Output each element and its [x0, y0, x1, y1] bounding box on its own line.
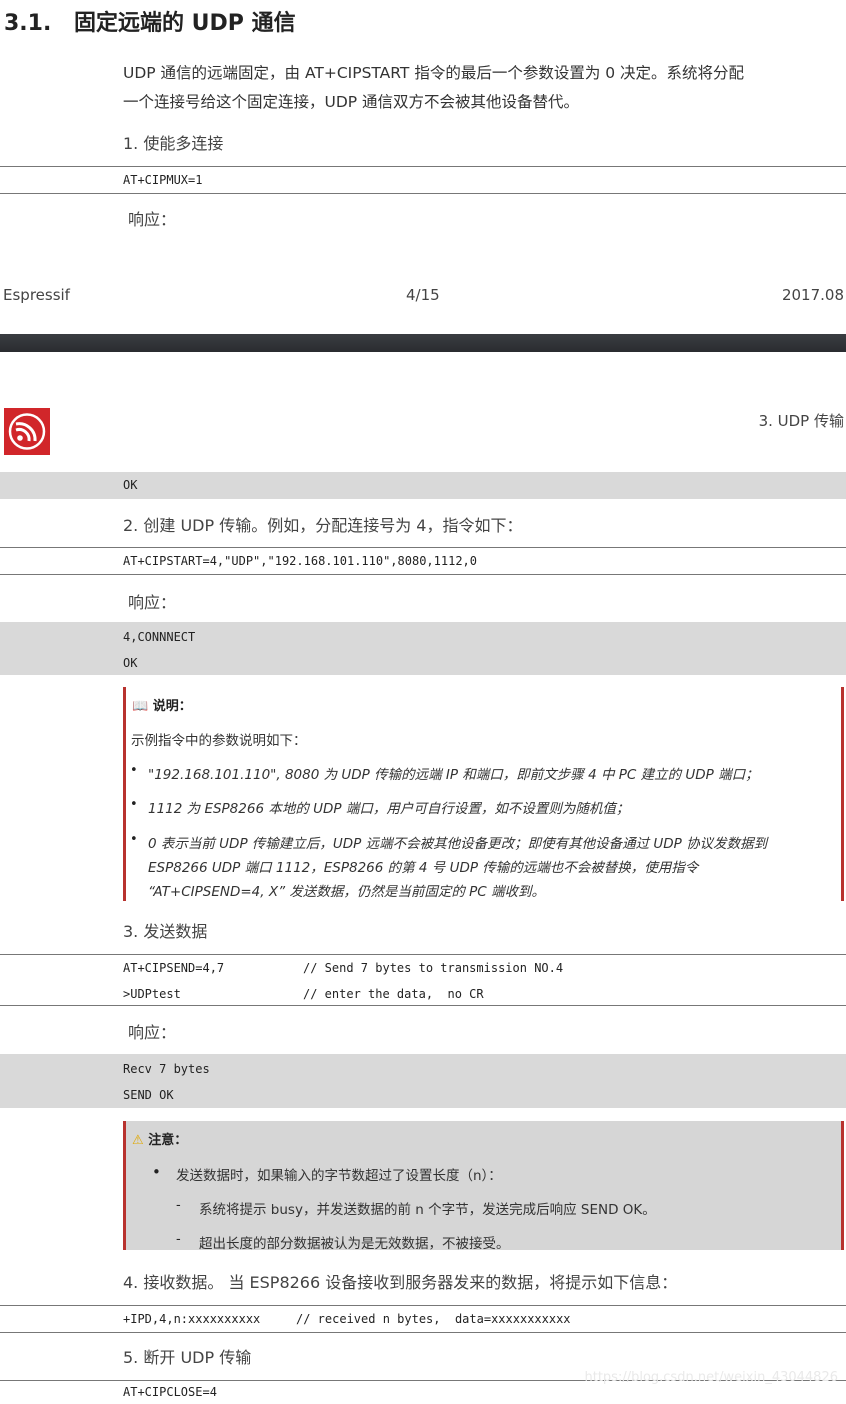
section-number: 3.1. — [4, 11, 52, 36]
step1-command: AT+CIPMUX=1 — [123, 173, 203, 187]
step1-command-box: AT+CIPMUX=1 — [0, 166, 846, 194]
step4-comment: // received n bytes, data=xxxxxxxxxxx — [296, 1312, 571, 1326]
section-title: 固定远端的 UDP 通信 — [74, 11, 296, 36]
step5-label: 5. 断开 UDP 传输 — [123, 1348, 252, 1367]
watermark: https://blog.csdn.net/weixin_43044826 — [584, 1370, 838, 1385]
step3-cmd-1: AT+CIPSEND=4,7 — [123, 961, 225, 975]
warning-icon: ⚠ — [132, 1133, 144, 1148]
note-title: 📖 说明： — [132, 695, 192, 714]
note-bullet-3-line-1: 0 表示当前 UDP 传输建立后，UDP 远端不会被其他设备更改；即使有其他设备… — [148, 832, 767, 852]
intro-line-1: UDP 通信的远端固定，由 AT+CIPSTART 指令的最后一个参数设置为 0… — [123, 64, 745, 82]
step1-response: OK — [123, 478, 138, 492]
step2-command-box: AT+CIPSTART=4,"UDP","192.168.101.110",80… — [0, 547, 846, 575]
footer-company: Espressif — [3, 286, 70, 304]
step3-response-label: 响应： — [128, 1023, 177, 1042]
note-bullet-1: "192.168.101.110", 8080 为 UDP 传输的远端 IP 和… — [148, 763, 759, 783]
page-break-bar — [0, 334, 846, 352]
note-intro: 示例指令中的参数说明如下： — [131, 733, 307, 749]
intro-line-2: 一个连接号给这个固定连接，UDP 通信双方不会被其他设备替代。 — [123, 93, 580, 111]
step3-command-box: AT+CIPSEND=4,7 // Send 7 bytes to transm… — [0, 954, 846, 1006]
step1-label: 1. 使能多连接 — [123, 134, 224, 153]
step2-response-line-2: OK — [123, 656, 138, 670]
step3-comment-1: // Send 7 bytes to transmission NO.4 — [303, 961, 564, 975]
warning-sub-1: 系统将提示 busy，并发送数据的前 n 个字节，发送完成后响应 SEND OK… — [199, 1202, 656, 1218]
step2-label: 2. 创建 UDP 传输。例如，分配连接号为 4，指令如下： — [123, 516, 523, 535]
step2-response-line-1: 4,CONNNECT — [123, 630, 196, 644]
warning-box: ⚠ 注意： • 发送数据时，如果输入的字节数超过了设置长度（n）： - 系统将提… — [123, 1121, 844, 1252]
dash-icon: - — [176, 1232, 181, 1247]
step2-command: AT+CIPSTART=4,"UDP","192.168.101.110",80… — [123, 554, 478, 568]
footer-date: 2017.08 — [781, 286, 844, 304]
note-bullet-3-line-3: “AT+CIPSEND=4, X” 发送数据，仍然是当前固定的 PC 端收到。 — [148, 880, 545, 900]
step3-comment-2: // enter the data, no CR — [303, 987, 484, 1001]
dash-icon: - — [176, 1198, 181, 1213]
note-bullet-2-text: 1112 为 ESP8266 本地的 UDP 端口，用户可自行设置，如不设置则为… — [148, 801, 630, 817]
note-bullet-3-text-3: “AT+CIPSEND=4, X” 发送数据，仍然是当前固定的 PC 端收到。 — [148, 884, 546, 900]
step3-label: 3. 发送数据 — [123, 922, 208, 941]
warning-bullet: 发送数据时，如果输入的字节数超过了设置长度（n）： — [176, 1168, 502, 1184]
note-title-text: 说明： — [152, 699, 192, 714]
book-icon: 📖 — [132, 699, 149, 714]
note-bullet-1-text: "192.168.101.110", 8080 为 UDP 传输的远端 IP 和… — [148, 767, 759, 783]
note-bullet-3-text-1: 0 表示当前 UDP 传输建立后，UDP 远端不会被其他设备更改；即使有其他设备… — [148, 836, 768, 852]
step4-command-box: +IPD,4,n:xxxxxxxxxx // received n bytes,… — [0, 1305, 846, 1333]
response-label: 响应： — [128, 210, 177, 229]
section-heading: 3.1. 固定远端的 UDP 通信 — [4, 5, 296, 37]
running-header: 3. UDP 传输 — [758, 412, 844, 430]
bullet-icon: • — [130, 763, 138, 778]
note-bullet-3-line-2: ESP8266 UDP 端口 1112，ESP8266 的第 4 号 UDP 传… — [148, 856, 698, 876]
note-box: 📖 说明： 示例指令中的参数说明如下： • "192.168.101.110",… — [123, 687, 844, 901]
step1-response-box: OK — [0, 472, 846, 499]
step2-response-label: 响应： — [128, 593, 177, 612]
step2-response-box: 4,CONNNECT OK — [0, 622, 846, 675]
warning-sub-2: 超出长度的部分数据被认为是无效数据，不被接受。 — [199, 1236, 510, 1252]
step4-cmd: +IPD,4,n:xxxxxxxxxx — [123, 1312, 261, 1326]
espressif-logo-icon — [4, 408, 50, 455]
bullet-icon: • — [130, 797, 138, 812]
step3-response-line-2: SEND OK — [123, 1088, 174, 1102]
bullet-icon: • — [130, 832, 138, 847]
note-bullet-2: 1112 为 ESP8266 本地的 UDP 端口，用户可自行设置，如不设置则为… — [148, 797, 629, 817]
note-bullet-3-text-2: ESP8266 UDP 端口 1112，ESP8266 的第 4 号 UDP 传… — [148, 860, 699, 876]
step3-response-box: Recv 7 bytes SEND OK — [0, 1054, 846, 1108]
bullet-icon: • — [152, 1163, 161, 1181]
warning-title-text: 注意： — [148, 1133, 188, 1148]
warning-title: ⚠ 注意： — [132, 1129, 187, 1148]
footer-page: 4/15 — [406, 286, 440, 304]
step3-response-line-1: Recv 7 bytes — [123, 1062, 210, 1076]
step4-label: 4. 接收数据。 当 ESP8266 设备接收到服务器发来的数据，将提示如下信息… — [123, 1273, 678, 1292]
step3-cmd-2: >UDPtest — [123, 987, 181, 1001]
